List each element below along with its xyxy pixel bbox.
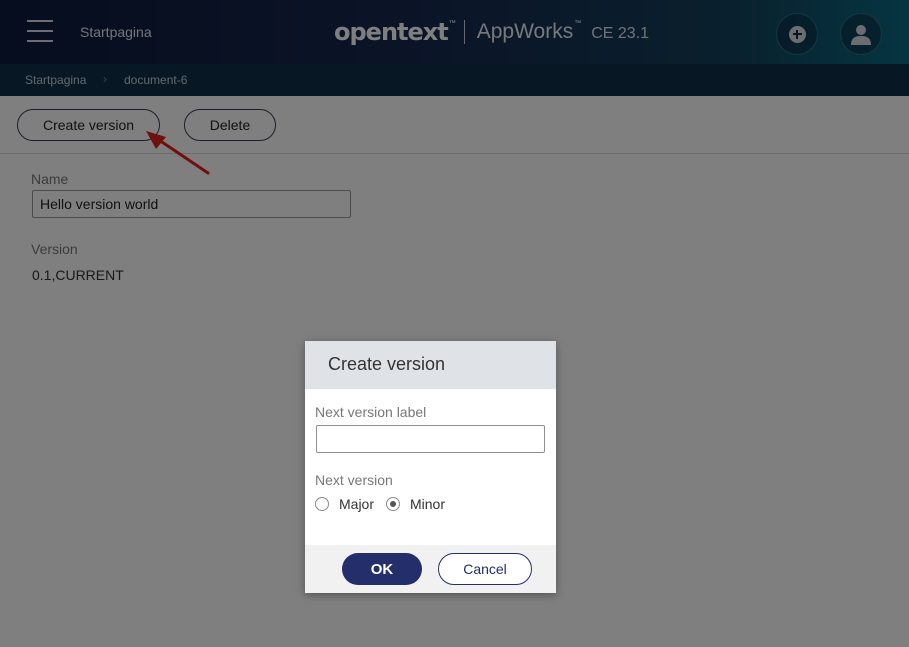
dialog-body: Next version label Next version Major Mi… (305, 389, 556, 545)
create-version-dialog: Create version Next version label Next v… (305, 341, 556, 593)
ok-button[interactable]: OK (342, 553, 422, 585)
minor-radio-label[interactable]: Minor (410, 496, 445, 512)
major-radio[interactable] (315, 497, 329, 511)
next-version-label: Next version (315, 472, 393, 488)
next-version-label-input[interactable] (316, 425, 545, 453)
dialog-footer: OK Cancel (305, 545, 556, 593)
dialog-title: Create version (305, 341, 556, 389)
major-radio-label[interactable]: Major (339, 496, 374, 512)
next-version-label-label: Next version label (315, 404, 427, 420)
minor-radio[interactable] (386, 497, 400, 511)
cancel-button[interactable]: Cancel (438, 553, 532, 585)
